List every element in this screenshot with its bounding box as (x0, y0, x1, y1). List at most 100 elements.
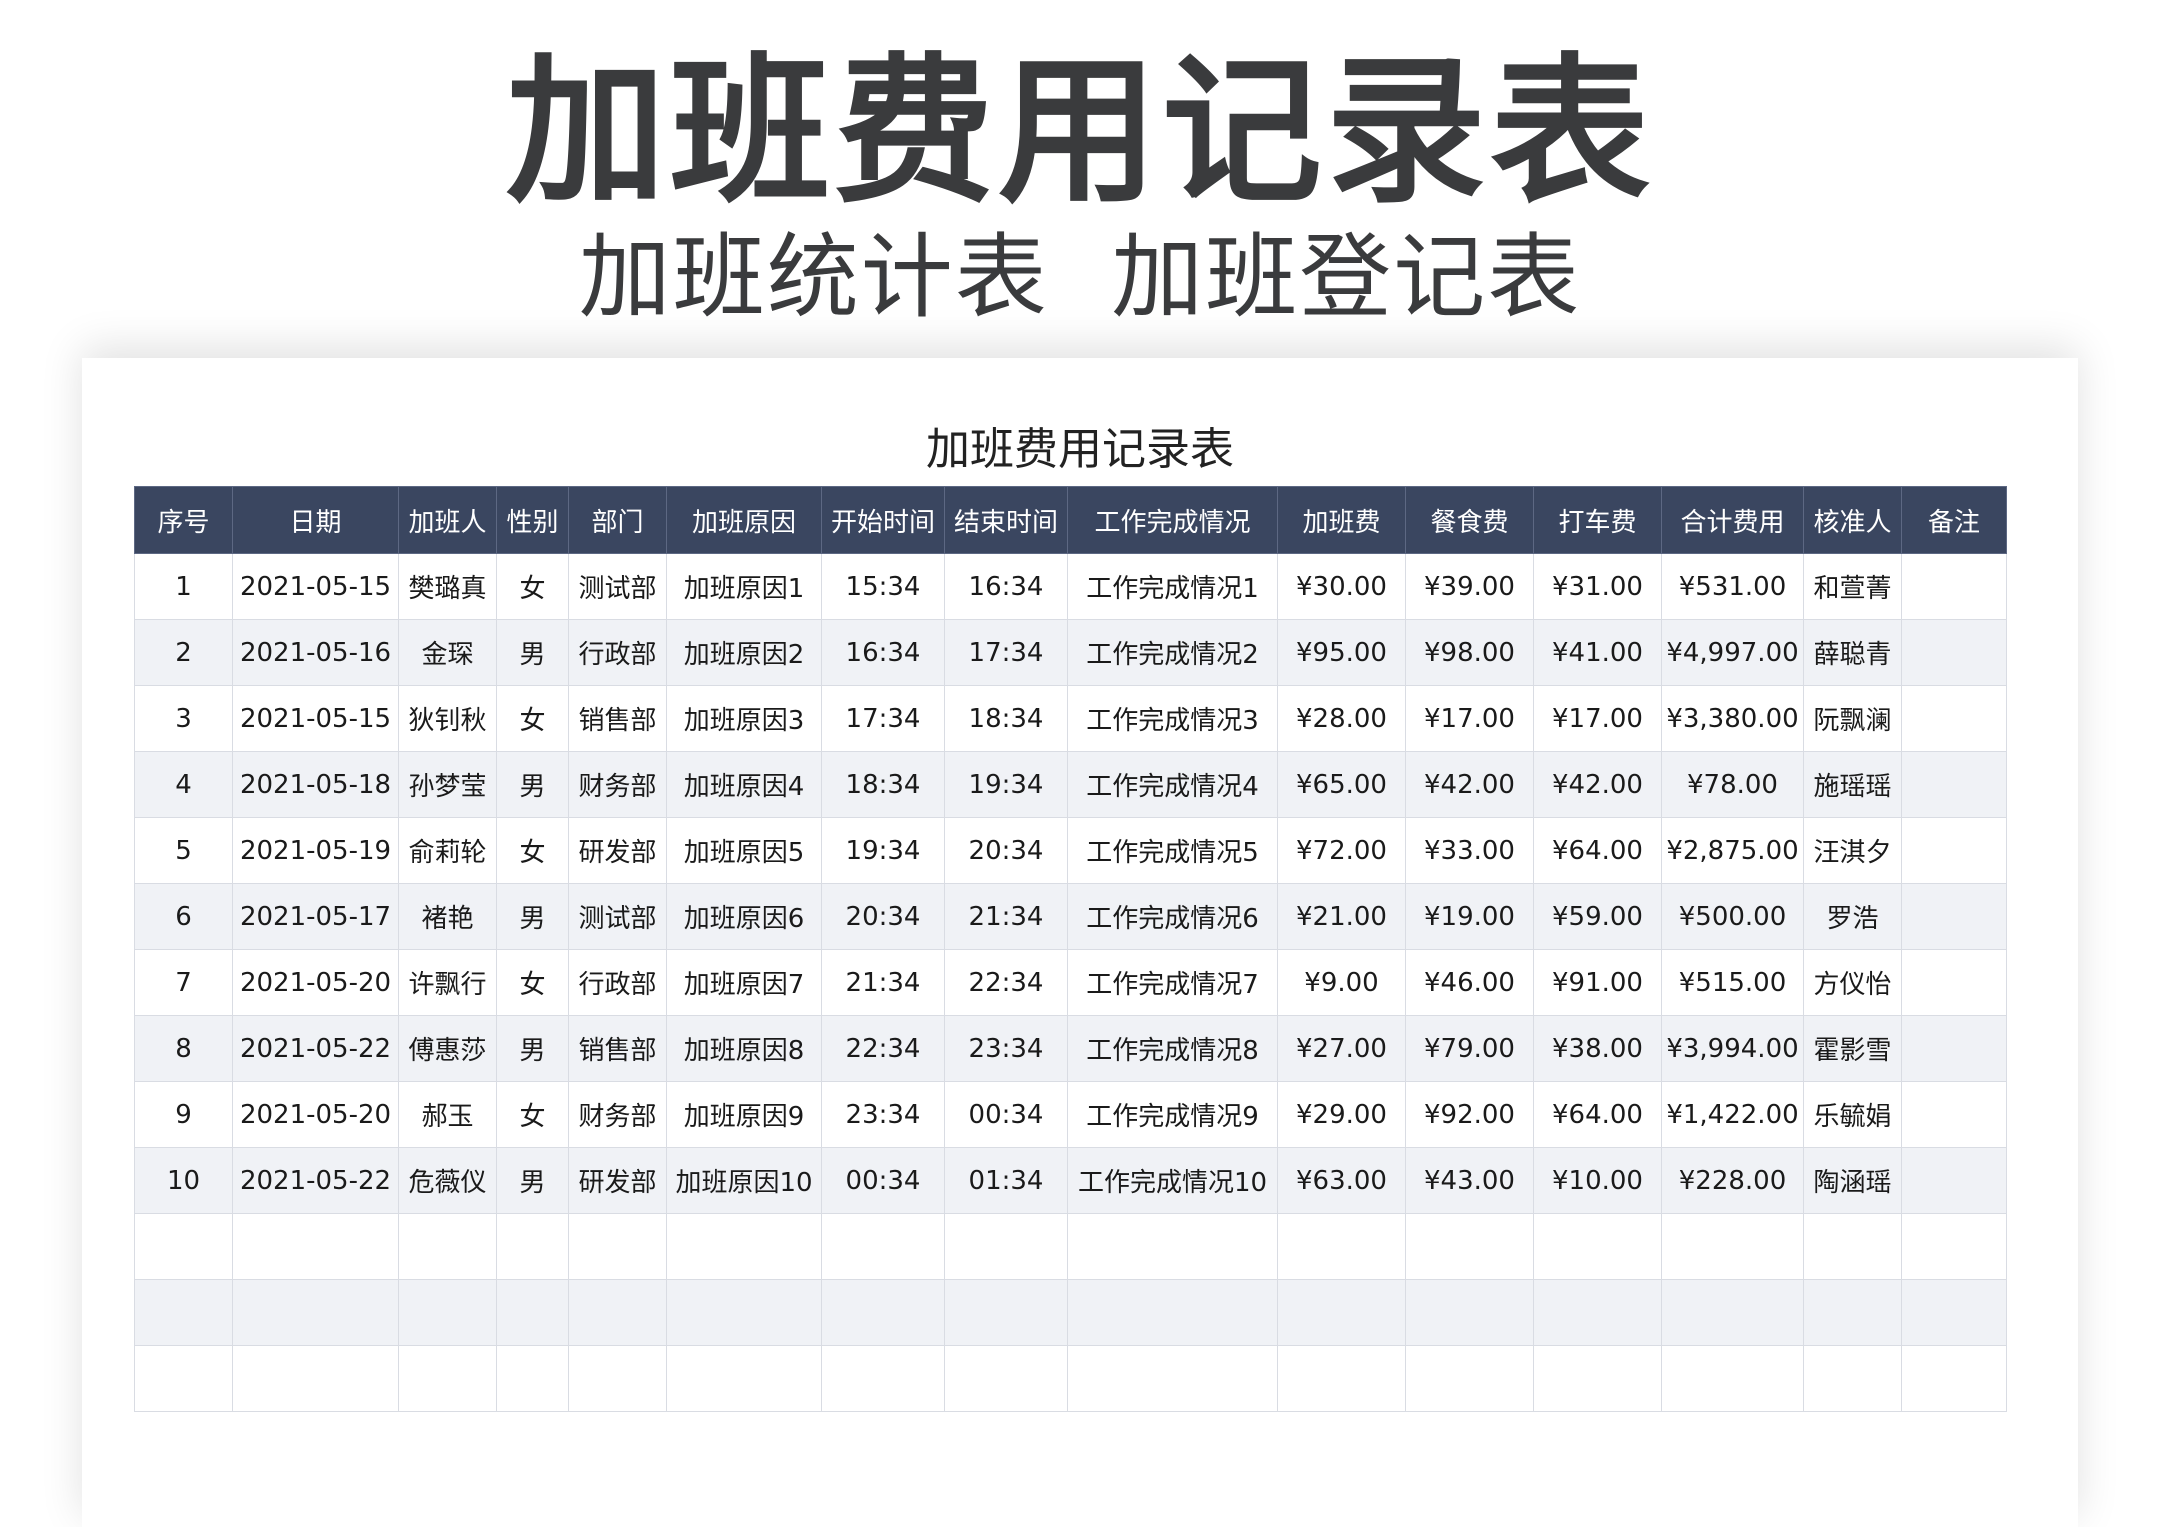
table-cell[interactable]: 研发部 (568, 1147, 667, 1214)
table-cell[interactable]: ¥500.00 (1661, 883, 1804, 950)
table-cell[interactable] (1405, 1279, 1534, 1346)
table-cell[interactable] (944, 1345, 1068, 1412)
table-cell[interactable]: 2021-05-15 (232, 685, 399, 752)
table-cell[interactable] (1901, 949, 2007, 1016)
table-cell[interactable]: 工作完成情况1 (1067, 553, 1278, 620)
column-header[interactable]: 加班原因 (666, 486, 822, 554)
table-cell[interactable]: 工作完成情况10 (1067, 1147, 1278, 1214)
table-cell[interactable] (232, 1213, 399, 1280)
table-cell[interactable] (1533, 1213, 1662, 1280)
table-cell[interactable]: 2021-05-17 (232, 883, 399, 950)
table-cell[interactable]: 2021-05-20 (232, 949, 399, 1016)
table-cell[interactable] (1277, 1345, 1406, 1412)
table-cell[interactable]: 16:34 (944, 553, 1068, 620)
table-cell[interactable]: 研发部 (568, 817, 667, 884)
table-cell[interactable] (1405, 1345, 1534, 1412)
table-cell[interactable]: 销售部 (568, 685, 667, 752)
table-cell[interactable]: 许飘行 (398, 949, 497, 1016)
table-cell[interactable]: 加班原因1 (666, 553, 822, 620)
table-cell[interactable]: 施瑶瑶 (1803, 751, 1902, 818)
table-cell[interactable]: ¥91.00 (1533, 949, 1662, 1016)
table-cell[interactable]: ¥79.00 (1405, 1015, 1534, 1082)
table-cell[interactable]: 男 (496, 883, 569, 950)
table-cell[interactable]: 21:34 (944, 883, 1068, 950)
table-cell[interactable]: ¥38.00 (1533, 1015, 1662, 1082)
table-cell[interactable] (666, 1213, 822, 1280)
table-cell[interactable]: 16:34 (821, 619, 945, 686)
table-cell[interactable]: 4 (134, 751, 233, 818)
table-cell[interactable]: ¥3,994.00 (1661, 1015, 1804, 1082)
table-cell[interactable] (1661, 1279, 1804, 1346)
table-cell[interactable]: 7 (134, 949, 233, 1016)
table-cell[interactable] (1901, 685, 2007, 752)
table-cell[interactable]: 测试部 (568, 553, 667, 620)
table-cell[interactable] (821, 1213, 945, 1280)
table-cell[interactable]: 财务部 (568, 1081, 667, 1148)
table-cell[interactable]: ¥21.00 (1277, 883, 1406, 950)
table-cell[interactable]: 加班原因6 (666, 883, 822, 950)
table-cell[interactable]: 测试部 (568, 883, 667, 950)
table-cell[interactable] (666, 1279, 822, 1346)
table-cell[interactable] (1901, 1279, 2007, 1346)
table-cell[interactable]: 10 (134, 1147, 233, 1214)
table-cell[interactable]: 加班原因9 (666, 1081, 822, 1148)
table-cell[interactable]: 19:34 (944, 751, 1068, 818)
table-cell[interactable] (398, 1345, 497, 1412)
table-cell[interactable]: 男 (496, 1147, 569, 1214)
column-header[interactable]: 结束时间 (944, 486, 1068, 554)
table-cell[interactable]: ¥95.00 (1277, 619, 1406, 686)
table-cell[interactable]: 工作完成情况8 (1067, 1015, 1278, 1082)
table-cell[interactable]: 加班原因3 (666, 685, 822, 752)
table-cell[interactable]: 1 (134, 553, 233, 620)
table-cell[interactable] (568, 1213, 667, 1280)
table-cell[interactable]: 15:34 (821, 553, 945, 620)
table-cell[interactable]: 行政部 (568, 949, 667, 1016)
table-cell[interactable]: ¥41.00 (1533, 619, 1662, 686)
table-cell[interactable]: 8 (134, 1015, 233, 1082)
table-cell[interactable]: ¥4,997.00 (1661, 619, 1804, 686)
table-cell[interactable]: ¥531.00 (1661, 553, 1804, 620)
table-cell[interactable]: ¥65.00 (1277, 751, 1406, 818)
table-cell[interactable]: ¥17.00 (1533, 685, 1662, 752)
table-cell[interactable]: 19:34 (821, 817, 945, 884)
table-cell[interactable] (1901, 619, 2007, 686)
table-cell[interactable]: ¥63.00 (1277, 1147, 1406, 1214)
column-header[interactable]: 加班人 (398, 486, 497, 554)
table-cell[interactable]: ¥42.00 (1405, 751, 1534, 818)
table-cell[interactable]: 3 (134, 685, 233, 752)
table-cell[interactable]: 褚艳 (398, 883, 497, 950)
table-cell[interactable] (1533, 1279, 1662, 1346)
table-cell[interactable]: ¥2,875.00 (1661, 817, 1804, 884)
table-cell[interactable]: 2021-05-20 (232, 1081, 399, 1148)
table-cell[interactable]: 汪淇夕 (1803, 817, 1902, 884)
table-cell[interactable]: 罗浩 (1803, 883, 1902, 950)
table-cell[interactable]: 2021-05-22 (232, 1015, 399, 1082)
table-cell[interactable] (1901, 1081, 2007, 1148)
table-cell[interactable]: 工作完成情况4 (1067, 751, 1278, 818)
table-cell[interactable]: 01:34 (944, 1147, 1068, 1214)
column-header[interactable]: 序号 (134, 486, 233, 554)
column-header[interactable]: 日期 (232, 486, 399, 554)
table-cell[interactable]: 女 (496, 817, 569, 884)
table-cell[interactable]: 薛聪青 (1803, 619, 1902, 686)
table-cell[interactable]: 18:34 (944, 685, 1068, 752)
table-cell[interactable]: ¥64.00 (1533, 1081, 1662, 1148)
table-cell[interactable]: 9 (134, 1081, 233, 1148)
table-cell[interactable] (496, 1345, 569, 1412)
table-cell[interactable]: ¥9.00 (1277, 949, 1406, 1016)
table-cell[interactable]: ¥3,380.00 (1661, 685, 1804, 752)
table-cell[interactable]: ¥72.00 (1277, 817, 1406, 884)
table-cell[interactable]: 女 (496, 949, 569, 1016)
table-cell[interactable] (1803, 1279, 1902, 1346)
table-cell[interactable]: 女 (496, 1081, 569, 1148)
column-header[interactable]: 备注 (1901, 486, 2007, 554)
table-cell[interactable]: 6 (134, 883, 233, 950)
table-cell[interactable]: 狄钊秋 (398, 685, 497, 752)
table-cell[interactable]: 郝玉 (398, 1081, 497, 1148)
table-cell[interactable]: 工作完成情况6 (1067, 883, 1278, 950)
table-cell[interactable] (1661, 1213, 1804, 1280)
table-cell[interactable]: ¥39.00 (1405, 553, 1534, 620)
table-cell[interactable]: 17:34 (821, 685, 945, 752)
table-cell[interactable] (1067, 1213, 1278, 1280)
table-cell[interactable]: 00:34 (821, 1147, 945, 1214)
